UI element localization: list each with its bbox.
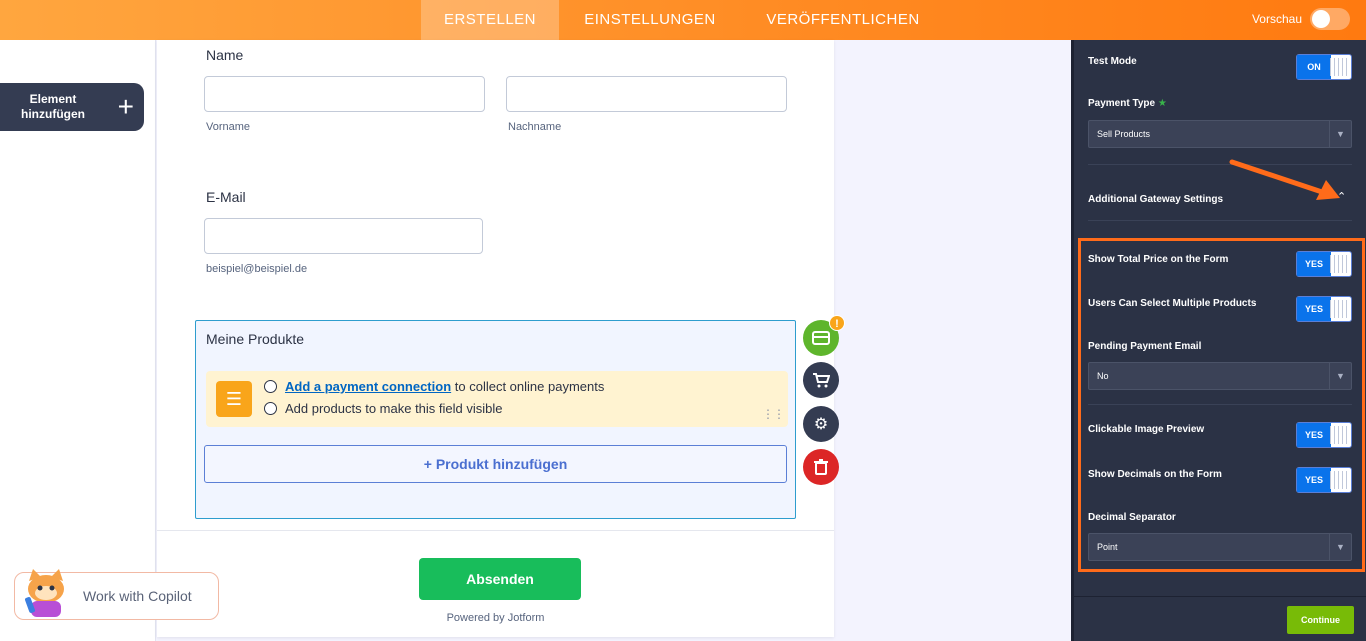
payment-type-value: Sell Products: [1097, 129, 1151, 139]
field-settings-button[interactable]: ⚙: [803, 406, 839, 442]
image-preview-label: Clickable Image Preview: [1088, 424, 1205, 435]
switch-knob: [1312, 10, 1330, 28]
divider: [157, 530, 834, 531]
warning-badge: !: [829, 315, 845, 331]
top-navigation-bar: ERSTELLEN EINSTELLUNGEN VERÖFFENTLICHEN …: [0, 0, 1366, 40]
image-preview-toggle[interactable]: YES: [1296, 422, 1352, 448]
notice-line-1: Add a payment connection to collect onli…: [264, 379, 604, 394]
radio-icon: [264, 402, 277, 415]
show-total-label: Show Total Price on the Form: [1088, 254, 1229, 265]
toggle-state: YES: [1297, 252, 1331, 276]
name-field-label: Name: [206, 47, 244, 63]
toggle-state: YES: [1297, 297, 1331, 321]
payment-settings-panel: Test Mode ON Payment Type ★ Sell Product…: [1071, 40, 1366, 641]
divider: [1088, 404, 1352, 405]
delete-field-button[interactable]: [803, 449, 839, 485]
last-name-sublabel: Nachname: [508, 121, 562, 133]
copilot-label: Work with Copilot: [83, 588, 192, 604]
notice-line-2: Add products to make this field visible: [264, 401, 503, 416]
radio-icon: [264, 380, 277, 393]
multi-products-label: Users Can Select Multiple Products: [1088, 298, 1257, 309]
toggle-grip: [1330, 255, 1348, 273]
gear-icon: ⚙: [813, 416, 829, 433]
plus-icon: +: [117, 91, 134, 122]
payment-type-label: Payment Type ★: [1088, 98, 1167, 109]
cart-icon: [813, 373, 830, 388]
tab-erstellen[interactable]: ERSTELLEN: [421, 0, 559, 40]
form-canvas: Name Vorname Nachname E-Mail beispiel@be…: [157, 40, 834, 637]
pending-email-label: Pending Payment Email: [1088, 341, 1202, 352]
decimal-separator-select[interactable]: Point ▼: [1088, 533, 1352, 561]
additional-settings-label: Additional Gateway Settings: [1088, 194, 1224, 205]
tab-einstellungen[interactable]: EINSTELLUNGEN: [566, 0, 734, 40]
add-product-button[interactable]: + Produkt hinzufügen: [204, 445, 787, 483]
decimals-toggle[interactable]: YES: [1296, 467, 1352, 493]
credit-card-icon: [812, 331, 830, 345]
toggle-grip: [1330, 426, 1348, 444]
multi-products-toggle[interactable]: YES: [1296, 296, 1352, 322]
star-icon: ★: [1157, 98, 1167, 109]
divider: [1074, 596, 1366, 597]
notice-rest-text: to collect online payments: [454, 379, 605, 394]
products-title: Meine Produkte: [206, 331, 305, 347]
arrow-annotation-icon: [1229, 159, 1340, 200]
copilot-button[interactable]: Work with Copilot: [14, 569, 219, 620]
drag-handle-icon[interactable]: ⋮⋮: [762, 408, 785, 420]
continue-button[interactable]: Continue: [1287, 606, 1354, 634]
toggle-state: YES: [1297, 423, 1331, 447]
last-name-input[interactable]: [506, 76, 787, 112]
toggle-grip: [1330, 58, 1348, 76]
payment-notice: ☰ Add a payment connection to collect on…: [206, 371, 788, 427]
submit-button[interactable]: Absenden: [419, 558, 581, 600]
trash-icon: [814, 459, 828, 475]
toggle-grip: [1330, 471, 1348, 489]
pending-email-select[interactable]: No ▼: [1088, 362, 1352, 390]
chevron-down-icon: ▼: [1329, 121, 1351, 147]
toggle-grip: [1330, 300, 1348, 318]
first-name-input[interactable]: [204, 76, 485, 112]
preview-label: Vorschau: [1251, 12, 1302, 26]
preview-switch[interactable]: [1310, 8, 1350, 30]
decimal-separator-label: Decimal Separator: [1088, 512, 1176, 523]
chevron-down-icon: ▼: [1329, 534, 1351, 560]
first-name-sublabel: Vorname: [206, 121, 251, 133]
toggle-state: ON: [1297, 55, 1331, 79]
decimals-label: Show Decimals on the Form: [1088, 469, 1222, 480]
preview-toggle-group: Vorschau: [1252, 8, 1350, 30]
add-element-label: Element hinzufügen: [21, 92, 85, 121]
notice-text-1: Add a payment connection to collect onli…: [285, 379, 604, 394]
payment-type-text: Payment Type: [1088, 98, 1156, 109]
products-field[interactable]: Meine Produkte ☰ Add a payment connectio…: [195, 320, 796, 519]
show-total-toggle[interactable]: YES: [1296, 251, 1352, 277]
cart-button[interactable]: [803, 362, 839, 398]
copilot-cat-icon: [23, 567, 69, 619]
chevron-down-icon: ▼: [1329, 363, 1351, 389]
tab-veroeffentlichen[interactable]: VERÖFFENTLICHEN: [752, 0, 934, 40]
payment-type-select[interactable]: Sell Products ▼: [1088, 120, 1352, 148]
pending-email-value: No: [1097, 371, 1109, 381]
notice-text-2: Add products to make this field visible: [285, 401, 503, 416]
powered-by-text: Powered by Jotform: [446, 612, 545, 624]
test-mode-toggle[interactable]: ON: [1296, 54, 1352, 80]
checklist-icon: ☰: [216, 381, 252, 417]
add-payment-connection-link[interactable]: Add a payment connection: [285, 379, 451, 394]
email-sublabel: beispiel@beispiel.de: [206, 263, 308, 275]
test-mode-label: Test Mode: [1088, 56, 1137, 67]
divider: [1088, 220, 1352, 221]
email-input[interactable]: [204, 218, 483, 254]
decimal-separator-value: Point: [1097, 542, 1118, 552]
toggle-state: YES: [1297, 468, 1331, 492]
email-field-label: E-Mail: [206, 189, 246, 205]
add-element-button[interactable]: Element hinzufügen +: [0, 83, 144, 131]
